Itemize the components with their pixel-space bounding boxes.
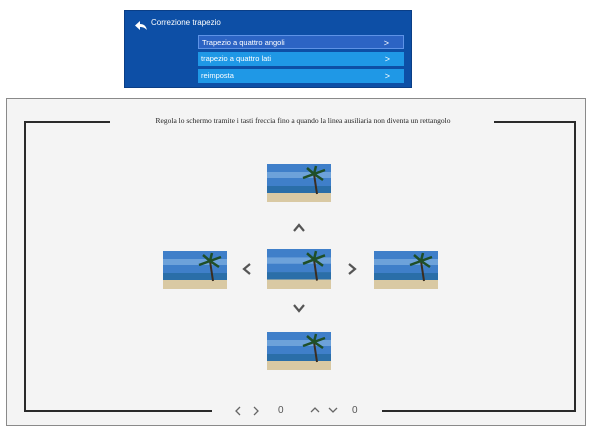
chevron-right-icon[interactable] (345, 262, 359, 276)
menu-item-label: trapezio a quattro lati (201, 54, 272, 63)
chevron-right-icon: > (383, 38, 389, 48)
menu-item-four-side-keystone[interactable]: trapezio a quattro lati > (198, 52, 404, 66)
chevron-right-icon (252, 406, 260, 420)
menu-title: Correzione trapezio (151, 18, 221, 27)
horizontal-value: 0 (278, 405, 284, 416)
menu-item-label: reimposta (201, 71, 234, 80)
menu-item-four-corner-keystone[interactable]: Trapezio a quattro angoli > (198, 35, 404, 49)
chevron-left-icon[interactable] (240, 262, 254, 276)
preview-image-bottom (267, 332, 331, 370)
menu-item-label: Trapezio a quattro angoli (202, 38, 285, 47)
instruction-text: Regola lo schermo tramite i tasti frecci… (155, 116, 451, 125)
keystone-menu-panel: Correzione trapezio Trapezio a quattro a… (124, 10, 412, 88)
menu-item-reset[interactable]: reimposta > (198, 69, 404, 83)
guide-line-bottom-left (24, 410, 212, 412)
chevron-up-icon (310, 406, 320, 418)
guide-line-bottom-right (382, 410, 576, 412)
chevron-down-icon (328, 406, 338, 418)
guide-line-right (574, 121, 576, 412)
chevron-right-icon: > (384, 71, 390, 81)
vertical-value: 0 (352, 405, 358, 416)
keystone-values-bar: 0 0 (230, 405, 370, 417)
chevron-right-icon: > (384, 54, 390, 64)
guide-line-top-right (494, 121, 576, 123)
chevron-left-icon (234, 406, 242, 420)
preview-image-left (163, 251, 227, 289)
guide-line-top-left (24, 121, 110, 123)
back-arrow-icon[interactable] (135, 18, 147, 30)
guide-line-left (24, 121, 26, 412)
preview-image-right (374, 251, 438, 289)
chevron-down-icon[interactable] (292, 301, 306, 315)
preview-image-center (267, 249, 331, 289)
chevron-up-icon[interactable] (292, 221, 306, 235)
preview-image-top (267, 164, 331, 202)
